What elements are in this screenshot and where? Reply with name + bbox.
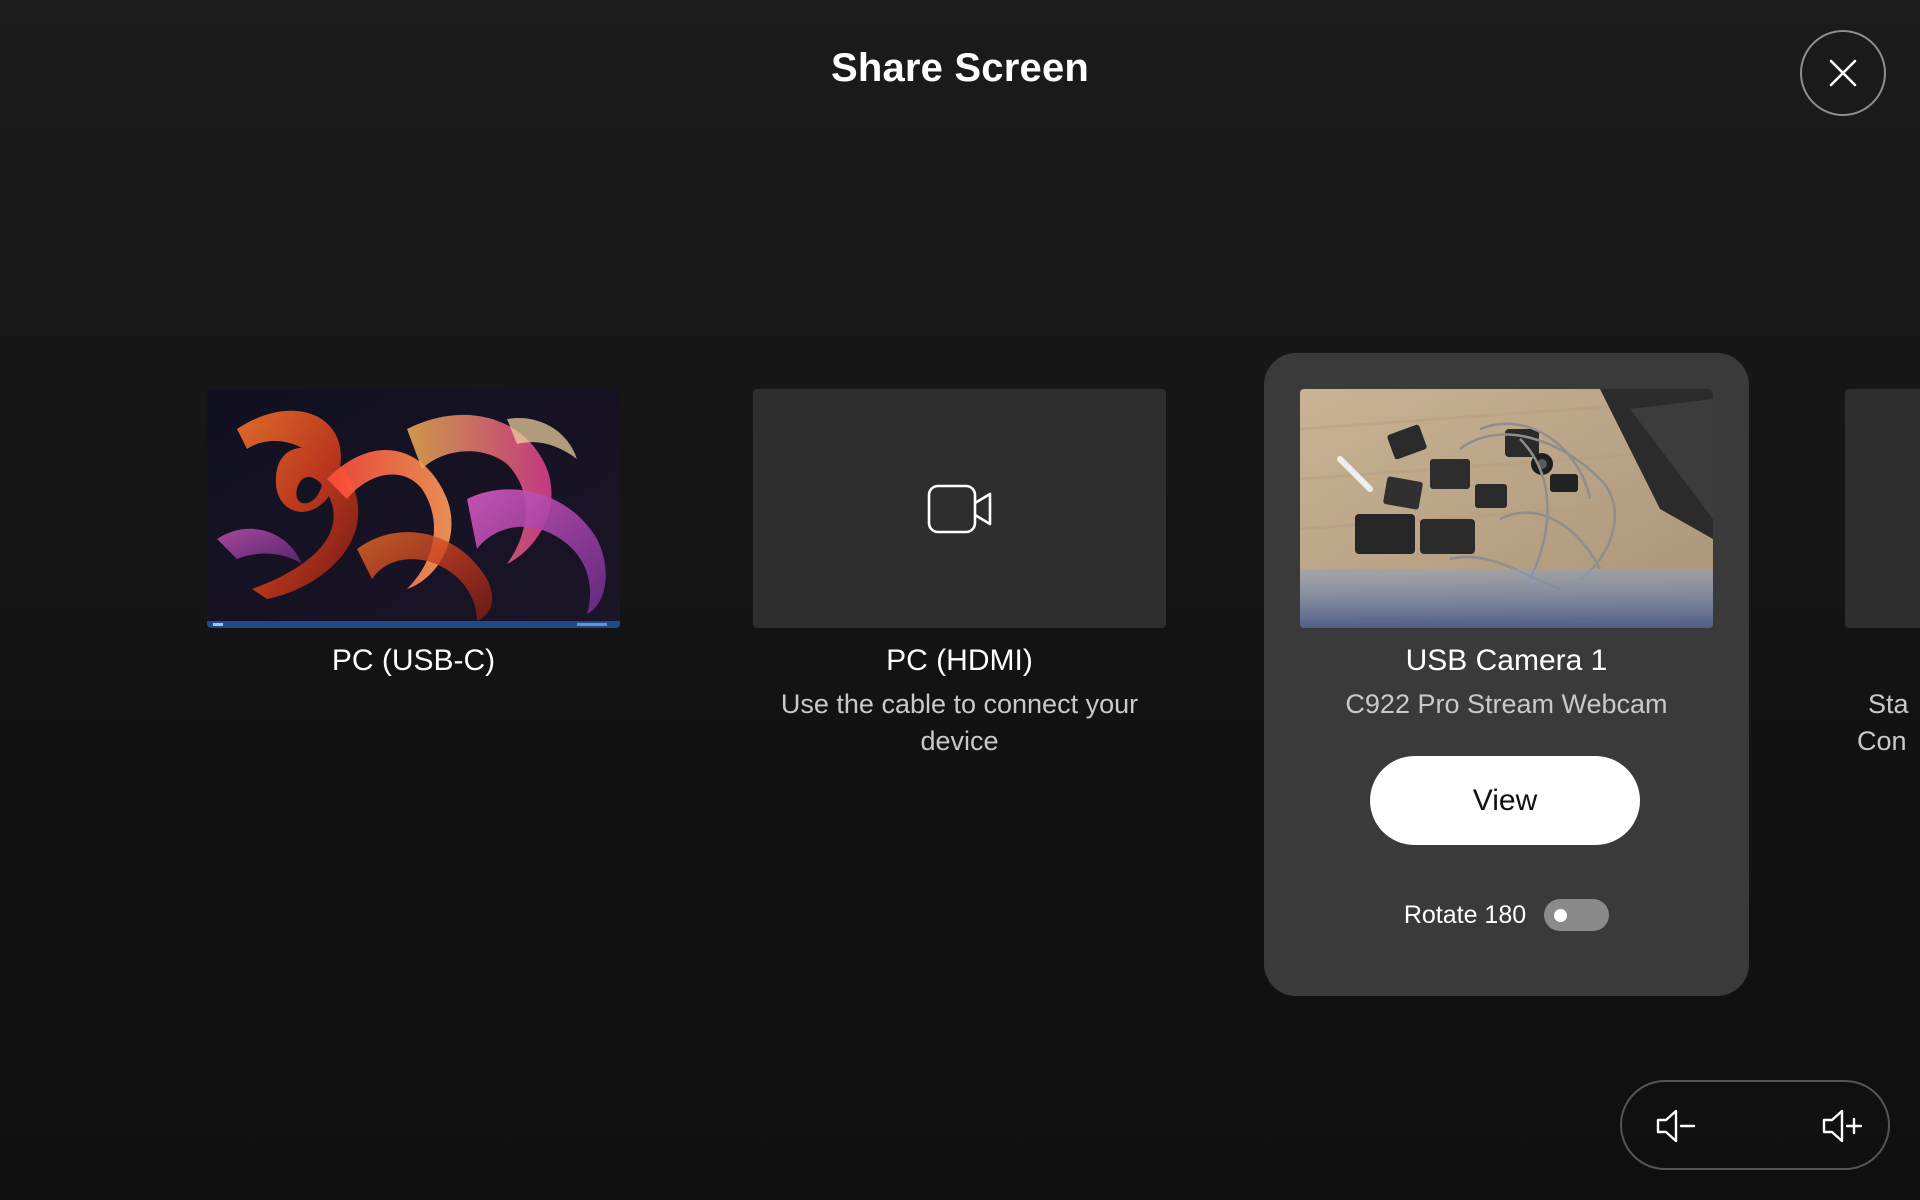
source-label: PC (HDMI) [886, 644, 1033, 677]
source-description: Sta Con [1857, 686, 1920, 760]
source-card-pc-usb-c[interactable]: PC (USB-C) [207, 353, 620, 693]
rotate-setting: Rotate 180 [1264, 898, 1749, 932]
close-icon [1829, 59, 1857, 87]
close-button[interactable] [1800, 30, 1886, 116]
rotate-label: Rotate 180 [1403, 900, 1527, 929]
video-camera-icon [927, 484, 991, 533]
source-description: Use the cable to connect your device [780, 689, 1139, 756]
source-card-pc-hdmi[interactable]: PC (HDMI) Use the cable to connect your … [753, 353, 1166, 773]
source-label: USB Camera 1 [1405, 644, 1608, 677]
toggle-knob [1554, 909, 1568, 922]
page-title: Share Screen [830, 46, 1090, 90]
desktop-wallpaper-thumbnail[interactable] [207, 389, 620, 628]
volume-up-button[interactable] [1818, 1102, 1866, 1150]
source-description-line: Con [1857, 726, 1907, 756]
source-card-usb-camera[interactable]: USB Camera 1 C922 Pro Stream Webcam View… [1264, 353, 1749, 996]
source-thumbnail-placeholder[interactable] [1845, 389, 1920, 628]
source-card-partial[interactable]: Sta Con [1845, 353, 1920, 773]
view-button[interactable]: View [1370, 756, 1640, 845]
volume-control [1620, 1080, 1890, 1170]
volume-down-button[interactable] [1652, 1102, 1700, 1150]
rotate-toggle[interactable] [1544, 899, 1610, 931]
source-label: PC (USB-C) [331, 644, 496, 677]
camera-preview-thumbnail[interactable] [1300, 389, 1713, 628]
volume-up-icon [1822, 1109, 1863, 1143]
source-description: C922 Pro Stream Webcam [1345, 689, 1668, 719]
source-description-line: Sta [1868, 689, 1909, 719]
source-thumbnail-placeholder[interactable] [753, 389, 1166, 628]
volume-down-icon [1656, 1109, 1696, 1143]
